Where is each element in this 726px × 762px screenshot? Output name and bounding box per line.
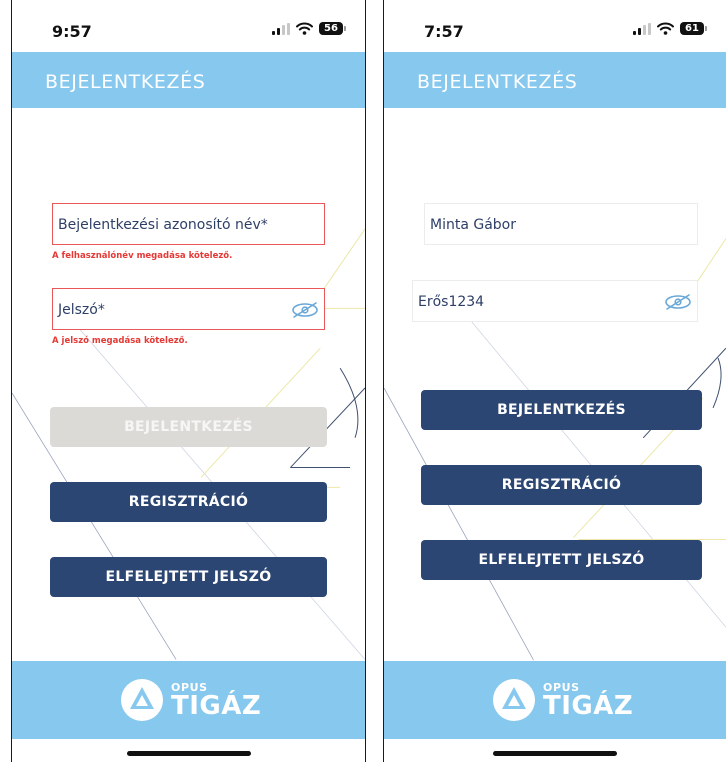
brand-logo: OPUS TIGÁZ bbox=[119, 675, 261, 725]
username-value: Minta Gábor bbox=[430, 217, 516, 233]
forgot-password-button[interactable]: ELFELEJTETT JELSZÓ bbox=[421, 540, 702, 580]
home-indicator bbox=[126, 751, 251, 756]
register-button[interactable]: REGISZTRÁCIÓ bbox=[421, 465, 702, 505]
home-indicator bbox=[493, 751, 617, 756]
app-footer: OPUS TIGÁZ bbox=[12, 661, 365, 739]
status-bar: 7:57 61 bbox=[384, 0, 726, 52]
password-value: Jelszó* bbox=[58, 302, 105, 318]
battery-level: 56 bbox=[324, 23, 338, 34]
logo-tigaz: TIGÁZ bbox=[171, 690, 262, 721]
username-input[interactable]: Minta Gábor bbox=[424, 203, 698, 245]
status-time: 9:57 bbox=[52, 22, 92, 41]
register-button[interactable]: REGISZTRÁCIÓ bbox=[50, 482, 327, 522]
status-time: 7:57 bbox=[424, 22, 464, 41]
eye-slash-icon[interactable] bbox=[290, 299, 320, 321]
app-footer: OPUS TIGÁZ bbox=[384, 661, 726, 739]
password-input[interactable]: Erős1234 bbox=[412, 280, 698, 322]
logo-wordmark: OPUS TIGÁZ bbox=[171, 682, 261, 719]
app-header: BEJELENTKEZÉS bbox=[384, 52, 726, 108]
username-input[interactable]: Bejelentkezési azonosító név* bbox=[52, 203, 325, 245]
password-value: Erős1234 bbox=[418, 294, 485, 310]
status-icons: 56 bbox=[272, 22, 346, 35]
page-title: BEJELENTKEZÉS bbox=[417, 71, 578, 93]
battery-level: 61 bbox=[685, 23, 699, 34]
triangle-logo-icon bbox=[121, 679, 163, 721]
status-icons: 61 bbox=[633, 22, 707, 35]
signal-icon bbox=[272, 22, 290, 35]
wifi-icon bbox=[296, 22, 313, 35]
app-header: BEJELENTKEZÉS bbox=[12, 52, 365, 108]
signal-icon bbox=[633, 22, 651, 35]
password-input[interactable]: Jelszó* bbox=[52, 288, 325, 330]
battery-icon: 56 bbox=[319, 22, 346, 35]
logo-tigaz: TIGÁZ bbox=[543, 690, 634, 721]
page-title: BEJELENTKEZÉS bbox=[45, 71, 206, 93]
login-button[interactable]: BEJELENTKEZÉS bbox=[50, 407, 327, 447]
wifi-icon bbox=[657, 22, 674, 35]
phone-screen-filled-state: 7:57 61 BEJELENTKEZÉS Minta Gábor Erős12… bbox=[383, 0, 726, 762]
logo-wordmark: OPUS TIGÁZ bbox=[543, 682, 633, 719]
comparison-stage: 9:57 56 BEJELENTKEZÉS Bejelentkezési azo… bbox=[0, 0, 726, 762]
battery-icon: 61 bbox=[680, 22, 707, 35]
eye-slash-icon[interactable] bbox=[663, 291, 693, 313]
brand-logo: OPUS TIGÁZ bbox=[491, 675, 633, 725]
phone-screen-error-state: 9:57 56 BEJELENTKEZÉS Bejelentkezési azo… bbox=[11, 0, 366, 762]
login-button[interactable]: BEJELENTKEZÉS bbox=[421, 390, 702, 430]
username-error: A felhasználónév megadása kötelező. bbox=[52, 251, 233, 261]
status-bar: 9:57 56 bbox=[12, 0, 365, 52]
forgot-password-button[interactable]: ELFELEJTETT JELSZÓ bbox=[50, 557, 327, 597]
password-error: A jelszó megadása kötelező. bbox=[52, 336, 188, 346]
triangle-logo-icon bbox=[493, 679, 535, 721]
username-value: Bejelentkezési azonosító név* bbox=[58, 217, 268, 233]
